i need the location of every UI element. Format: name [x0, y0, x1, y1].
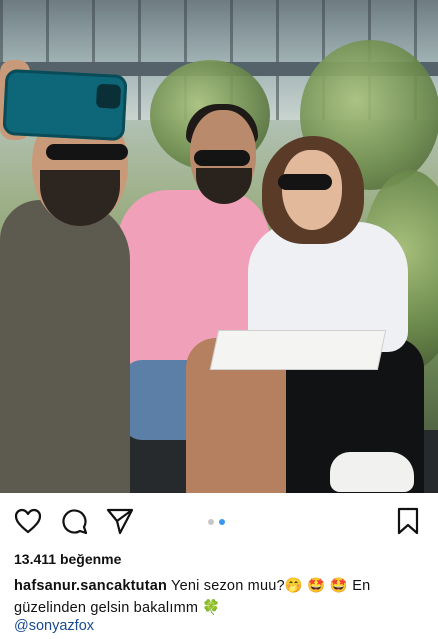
notebook	[209, 330, 387, 370]
clover-emoji: 🍀	[202, 600, 221, 616]
caption-text: En	[352, 578, 371, 594]
heart-outline-icon	[14, 508, 42, 534]
carousel-dot-active	[219, 519, 225, 525]
smartphone	[2, 68, 128, 142]
share-button[interactable]	[104, 505, 136, 537]
person-left-shirt	[0, 200, 130, 493]
phone-camera	[95, 83, 122, 109]
person-left-sunglasses	[46, 144, 128, 160]
mention-link[interactable]: @sonyazfox	[14, 618, 94, 634]
sneaker	[330, 452, 414, 492]
post-caption: hafsanur.sancaktutan Yeni sezon muu?🤭 🤩 …	[14, 575, 428, 619]
bookmark-outline-icon	[397, 507, 419, 535]
caption-emojis: 🤭 🤩 🤩	[284, 578, 348, 594]
post-action-bar	[0, 493, 438, 551]
likes-count[interactable]: 13.411 beğenme	[14, 551, 121, 567]
person-right-sunglasses	[278, 174, 332, 190]
like-button[interactable]	[12, 505, 44, 537]
post-photo[interactable]	[0, 0, 438, 493]
carousel-dot	[208, 519, 214, 525]
caption-username[interactable]: hafsanur.sancaktutan	[14, 578, 167, 594]
person-right-face	[282, 150, 342, 230]
comment-outline-icon	[62, 509, 88, 535]
save-button[interactable]	[392, 505, 424, 537]
caption-text: Yeni sezon muu?	[171, 578, 285, 594]
carousel-indicator	[208, 519, 225, 525]
paper-plane-icon	[106, 508, 134, 535]
comment-button[interactable]	[58, 505, 90, 537]
caption-text: güzelinden gelsin bakalımm	[14, 600, 199, 616]
person-middle-sunglasses	[194, 150, 250, 166]
